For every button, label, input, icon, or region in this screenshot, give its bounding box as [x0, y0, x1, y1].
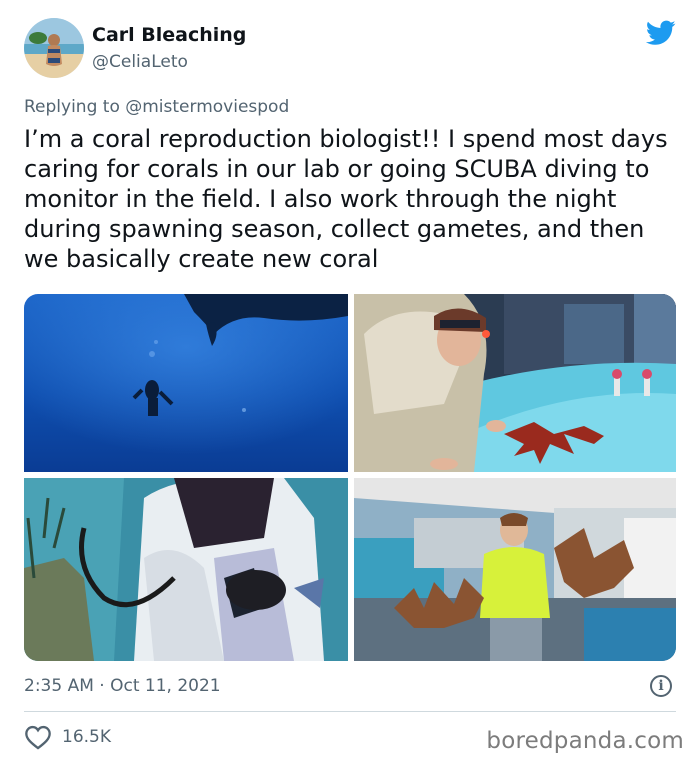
- author-avatar[interactable]: [24, 18, 84, 78]
- replying-to: Replying to @mistermoviespod: [24, 97, 289, 117]
- photo-underwater-diver[interactable]: [24, 294, 348, 472]
- photo-scuba-diver-reef[interactable]: [24, 478, 348, 661]
- heart-icon: [25, 725, 51, 750]
- reply-mention-link[interactable]: @mistermoviespod: [125, 97, 289, 117]
- twitter-bird-icon[interactable]: [646, 20, 676, 46]
- tweet-text: I’m a coral reproduction biologist!! I s…: [24, 125, 668, 273]
- author-handle[interactable]: @CeliaLeto: [92, 52, 188, 72]
- photo-holding-corals[interactable]: [354, 478, 676, 661]
- photo-lab-coral-tank[interactable]: [354, 294, 676, 472]
- replying-to-prefix: Replying to: [24, 97, 126, 117]
- watermark: boredpanda.com: [486, 728, 684, 754]
- like-count: 16.5K: [62, 727, 111, 747]
- divider: [24, 711, 676, 712]
- info-icon[interactable]: i: [650, 675, 672, 697]
- author-name[interactable]: Carl Bleaching: [92, 24, 246, 46]
- tweet-timestamp[interactable]: 2:35 AM · Oct 11, 2021: [24, 676, 221, 696]
- media-grid: [24, 294, 676, 661]
- like-button[interactable]: 16.5K: [24, 724, 111, 750]
